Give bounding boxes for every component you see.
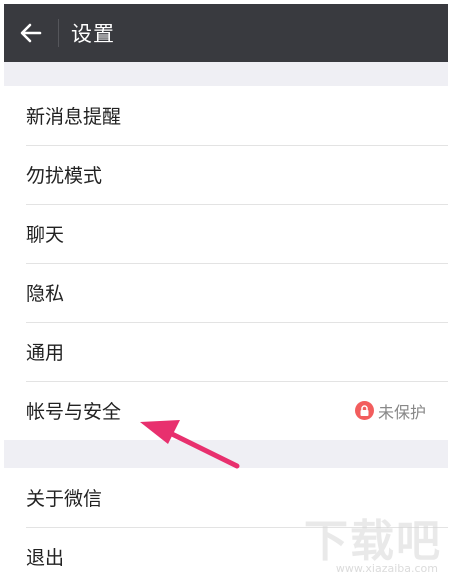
settings-item-label: 勿扰模式 bbox=[26, 165, 103, 187]
header-divider bbox=[58, 19, 59, 47]
protection-status: 未保护 bbox=[354, 381, 426, 440]
settings-item-log-out[interactable]: 退出 bbox=[4, 527, 448, 583]
settings-item-label: 通用 bbox=[26, 342, 65, 364]
settings-item-label: 隐私 bbox=[26, 283, 65, 305]
settings-item-general[interactable]: 通用 bbox=[4, 322, 448, 381]
settings-screen: 设置 新消息提醒 勿扰模式 聊天 隐私 通用 帐号与安全 未保护 关于微信 退出… bbox=[4, 4, 448, 583]
settings-item-chats[interactable]: 聊天 bbox=[4, 204, 448, 263]
settings-item-new-message-alerts[interactable]: 新消息提醒 bbox=[4, 86, 448, 145]
settings-item-privacy[interactable]: 隐私 bbox=[4, 263, 448, 322]
back-button[interactable] bbox=[4, 4, 58, 62]
page-title: 设置 bbox=[71, 22, 115, 46]
lock-icon bbox=[354, 401, 374, 420]
arrow-left-icon bbox=[20, 23, 42, 43]
settings-item-label: 聊天 bbox=[26, 224, 65, 246]
settings-item-label: 退出 bbox=[26, 547, 65, 569]
settings-group-secondary: 关于微信 退出 bbox=[4, 468, 448, 583]
status-badge: 未保护 bbox=[377, 402, 426, 422]
settings-item-about-wechat[interactable]: 关于微信 bbox=[4, 468, 448, 527]
settings-item-account-security[interactable]: 帐号与安全 未保护 bbox=[4, 381, 448, 440]
top-bar: 设置 bbox=[4, 4, 448, 62]
settings-group-main: 新消息提醒 勿扰模式 聊天 隐私 通用 帐号与安全 未保护 bbox=[4, 86, 448, 440]
settings-item-label: 关于微信 bbox=[26, 488, 103, 510]
settings-item-do-not-disturb[interactable]: 勿扰模式 bbox=[4, 145, 448, 204]
settings-item-label: 新消息提醒 bbox=[26, 106, 122, 128]
settings-item-label: 帐号与安全 bbox=[26, 401, 122, 423]
